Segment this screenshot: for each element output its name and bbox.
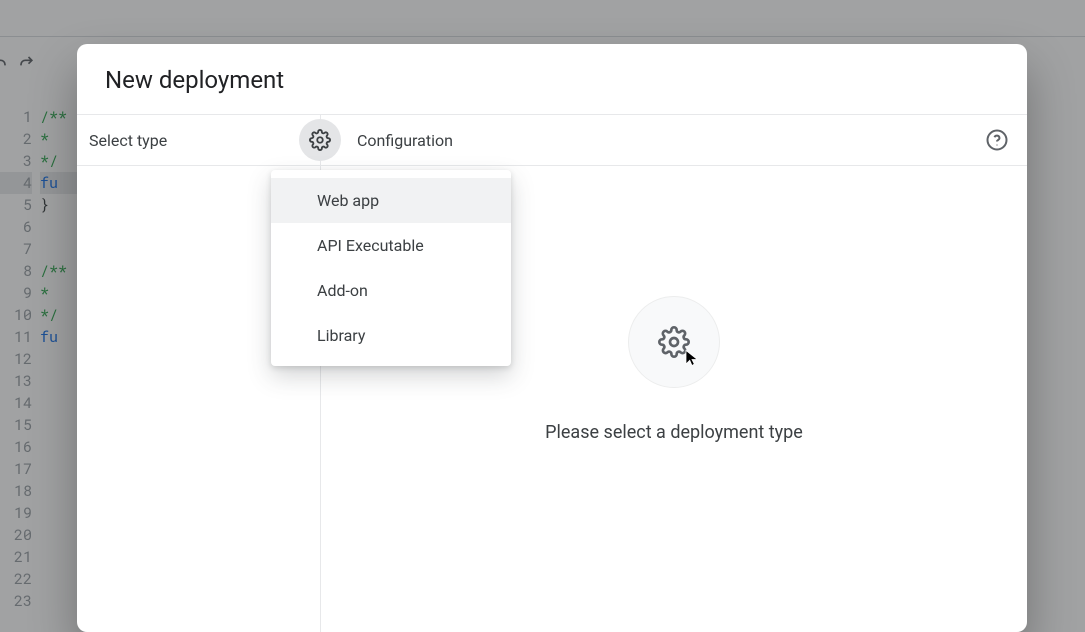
empty-state-illustration bbox=[628, 296, 720, 388]
menu-item-label: Library bbox=[317, 326, 365, 345]
deployment-type-menu: Web app API Executable Add-on Library bbox=[271, 170, 511, 366]
empty-state-text: Please select a deployment type bbox=[545, 422, 803, 443]
select-type-label: Select type bbox=[89, 131, 167, 150]
gear-icon bbox=[309, 129, 331, 151]
dialog-subheader: Select type Configuration bbox=[77, 114, 1027, 166]
select-type-header: Select type bbox=[77, 115, 321, 165]
menu-item-add-on[interactable]: Add-on bbox=[271, 268, 511, 313]
menu-item-label: Web app bbox=[317, 191, 379, 210]
menu-item-label: API Executable bbox=[317, 236, 424, 255]
dialog-title: New deployment bbox=[77, 44, 1027, 114]
dialog-body: Please select a deployment type bbox=[77, 166, 1027, 632]
new-deployment-dialog: New deployment Select type Configuration bbox=[77, 44, 1027, 632]
menu-item-api-executable[interactable]: API Executable bbox=[271, 223, 511, 268]
help-button[interactable] bbox=[983, 126, 1011, 154]
cursor-icon bbox=[683, 349, 701, 367]
menu-item-library[interactable]: Library bbox=[271, 313, 511, 358]
help-icon bbox=[985, 128, 1009, 152]
configuration-label: Configuration bbox=[357, 131, 453, 150]
menu-item-label: Add-on bbox=[317, 281, 368, 300]
select-type-gear-button[interactable] bbox=[299, 119, 341, 161]
menu-item-web-app[interactable]: Web app bbox=[271, 178, 511, 223]
configuration-header: Configuration bbox=[321, 115, 1027, 165]
